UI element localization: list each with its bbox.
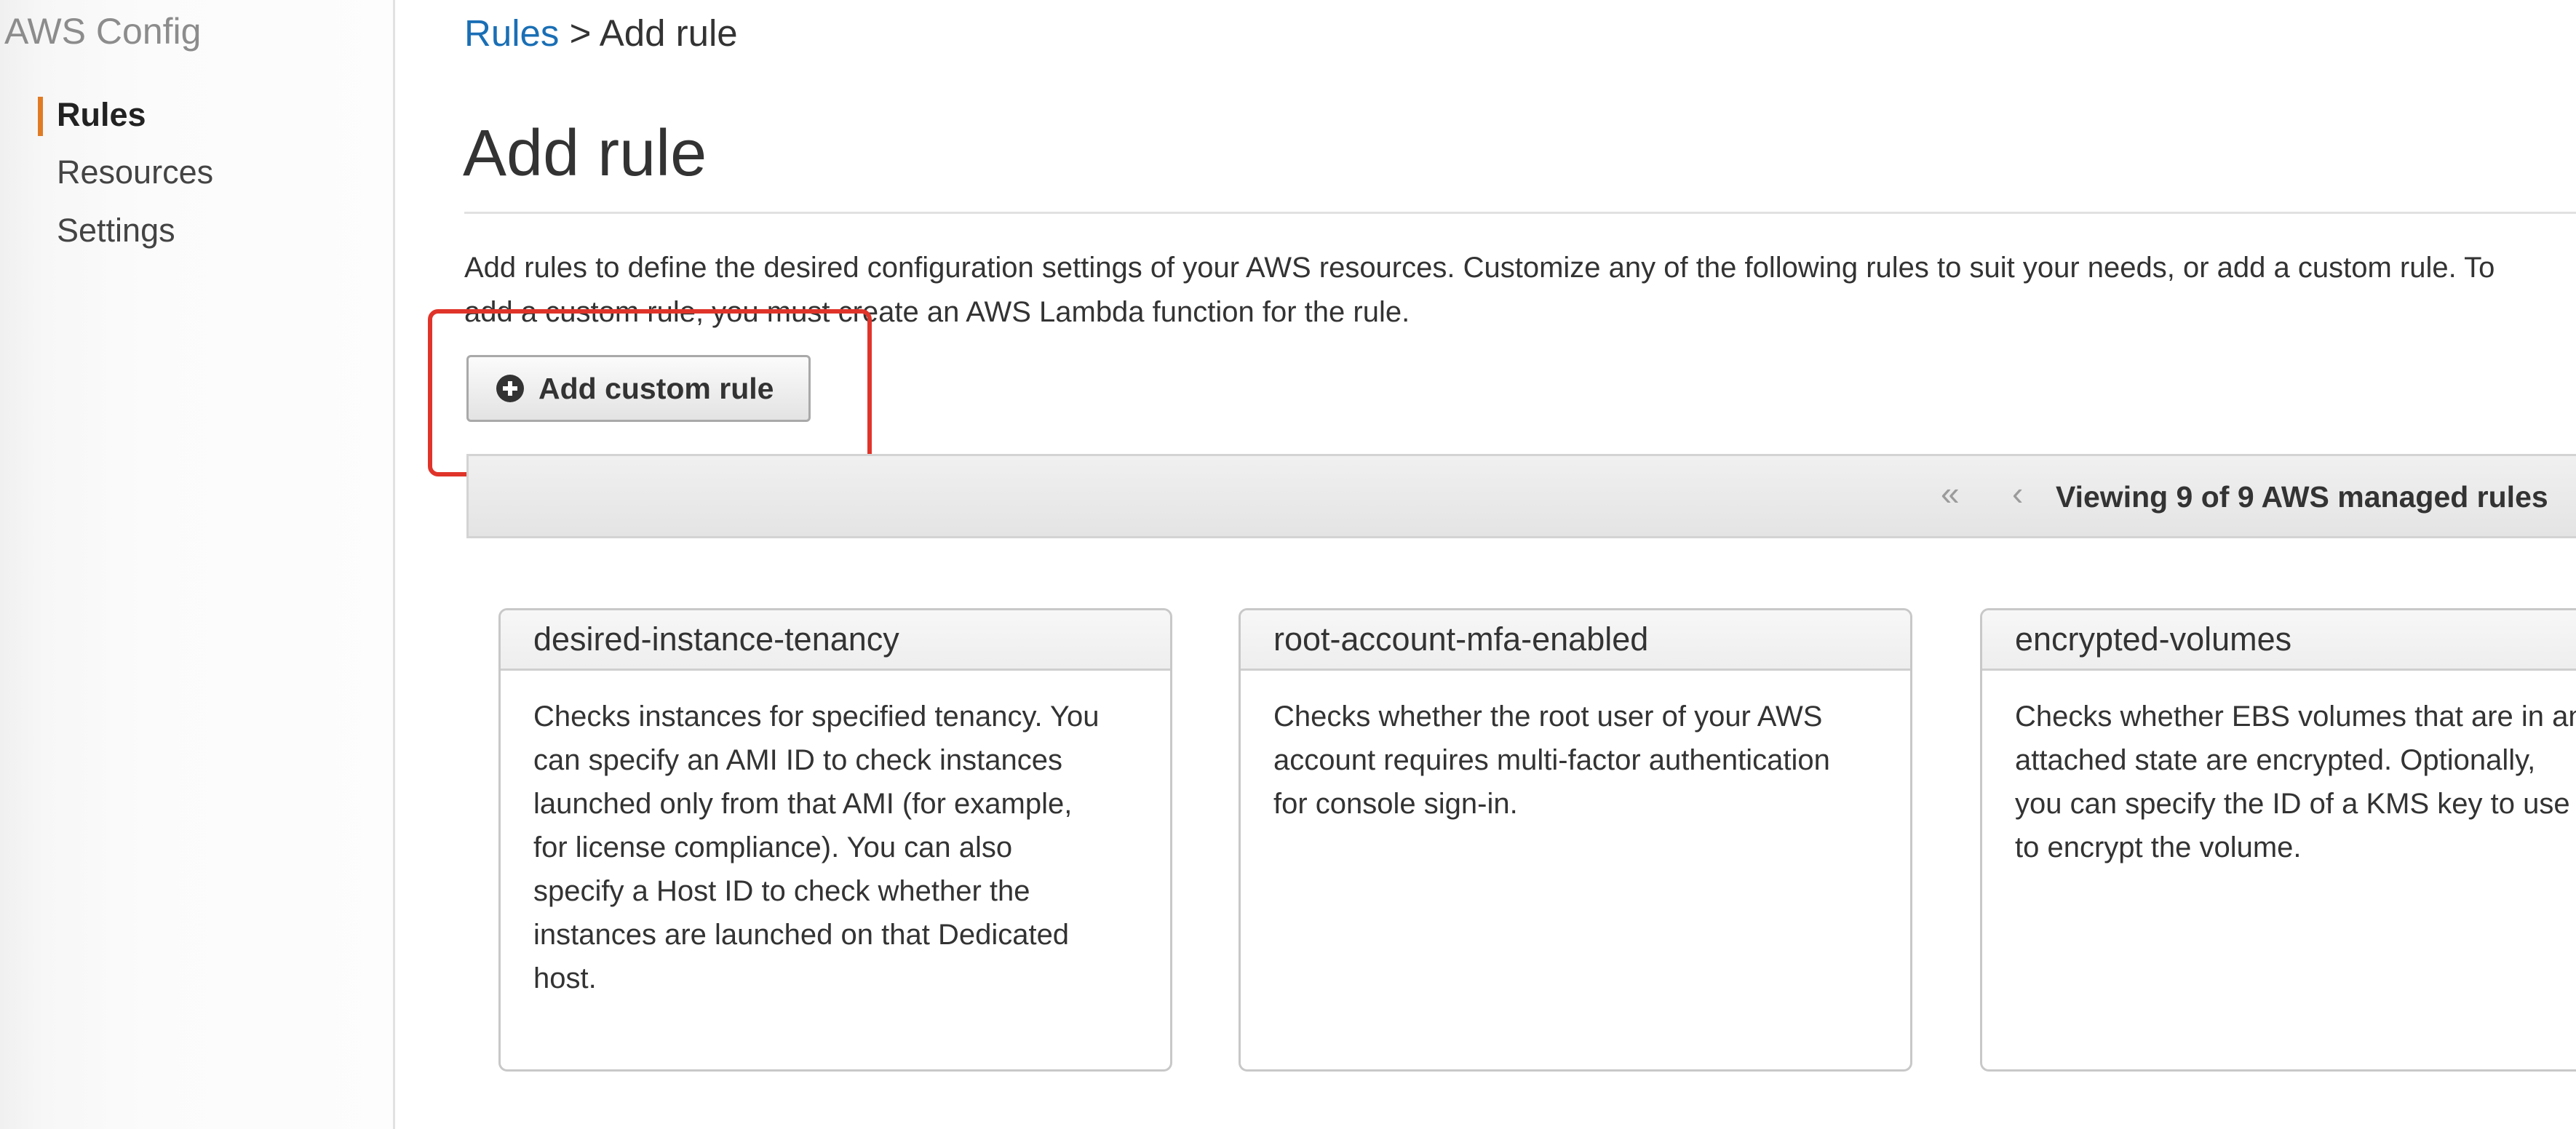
title-divider: [464, 212, 2576, 214]
breadcrumb: Rules > Add rule: [464, 12, 738, 55]
description-line: Checks whether EBS volumes that are in a…: [2015, 701, 2576, 733]
active-nav-marker: [38, 97, 43, 136]
first-page-icon[interactable]: «: [1941, 474, 1960, 513]
description-line: Checks instances for specified tenancy. …: [533, 701, 1100, 733]
rule-card-description: Checks instances for specified tenancy. …: [501, 671, 1170, 1000]
rule-card-title: desired-instance-tenancy: [501, 610, 1170, 671]
add-custom-rule-label: Add custom rule: [538, 371, 774, 405]
description-line: can specify an AMI ID to check instances: [533, 744, 1063, 776]
description-line: account requires multi-factor authentica…: [1273, 744, 1830, 776]
rule-card-title: root-account-mfa-enabled: [1241, 610, 1910, 671]
description-line: Checks whether the root user of your AWS: [1273, 701, 1823, 733]
page-title: Add rule: [463, 117, 707, 190]
rule-card-description: Checks whether EBS volumes that are in a…: [1982, 671, 2576, 869]
sidebar-item-settings[interactable]: Settings: [57, 212, 175, 250]
description-line: instances are launched on that Dedicated: [533, 919, 1070, 951]
add-custom-rule-button[interactable]: Add custom rule: [466, 355, 811, 422]
intro-line: add a custom rule, you must create an AW…: [464, 296, 1410, 328]
app-title[interactable]: AWS Config: [4, 10, 201, 52]
description-line: specify a Host ID to check whether the: [533, 875, 1030, 907]
rules-pager: « ‹ Viewing 9 of 9 AWS managed rules: [466, 454, 2576, 538]
description-line: host.: [533, 962, 597, 994]
plus-circle-icon: [496, 375, 524, 402]
sidebar-item-rules[interactable]: Rules: [57, 96, 146, 134]
description-line: attached state are encrypted. Optionally…: [2015, 744, 2536, 776]
description-line: for console sign-in.: [1273, 788, 1518, 820]
sidebar: AWS Config Rules Resources Settings: [0, 0, 395, 1129]
rule-card-root-account-mfa-enabled[interactable]: root-account-mfa-enabled Checks whether …: [1239, 608, 1912, 1072]
intro-text: Add rules to define the desired configur…: [464, 246, 2576, 335]
rule-card-description: Checks whether the root user of your AWS…: [1241, 671, 1910, 826]
intro-line: Add rules to define the desired configur…: [464, 252, 2495, 284]
breadcrumb-separator: >: [569, 12, 592, 54]
description-line: you can specify the ID of a KMS key to u…: [2015, 788, 2570, 820]
sidebar-item-resources[interactable]: Resources: [57, 153, 213, 191]
rule-card-title: encrypted-volumes: [1982, 610, 2576, 671]
rule-card-desired-instance-tenancy[interactable]: desired-instance-tenancy Checks instance…: [498, 608, 1172, 1072]
previous-page-icon[interactable]: ‹: [2012, 474, 2023, 513]
description-line: to encrypt the volume.: [2015, 831, 2302, 863]
description-line: launched only from that AMI (for example…: [533, 788, 1073, 820]
breadcrumb-rules-link[interactable]: Rules: [464, 12, 559, 54]
breadcrumb-current: Add rule: [599, 12, 738, 54]
rule-card-encrypted-volumes[interactable]: encrypted-volumes Checks whether EBS vol…: [1980, 608, 2576, 1072]
description-line: for license compliance). You can also: [533, 831, 1013, 863]
rules-count-status: Viewing 9 of 9 AWS managed rules: [2056, 480, 2548, 514]
